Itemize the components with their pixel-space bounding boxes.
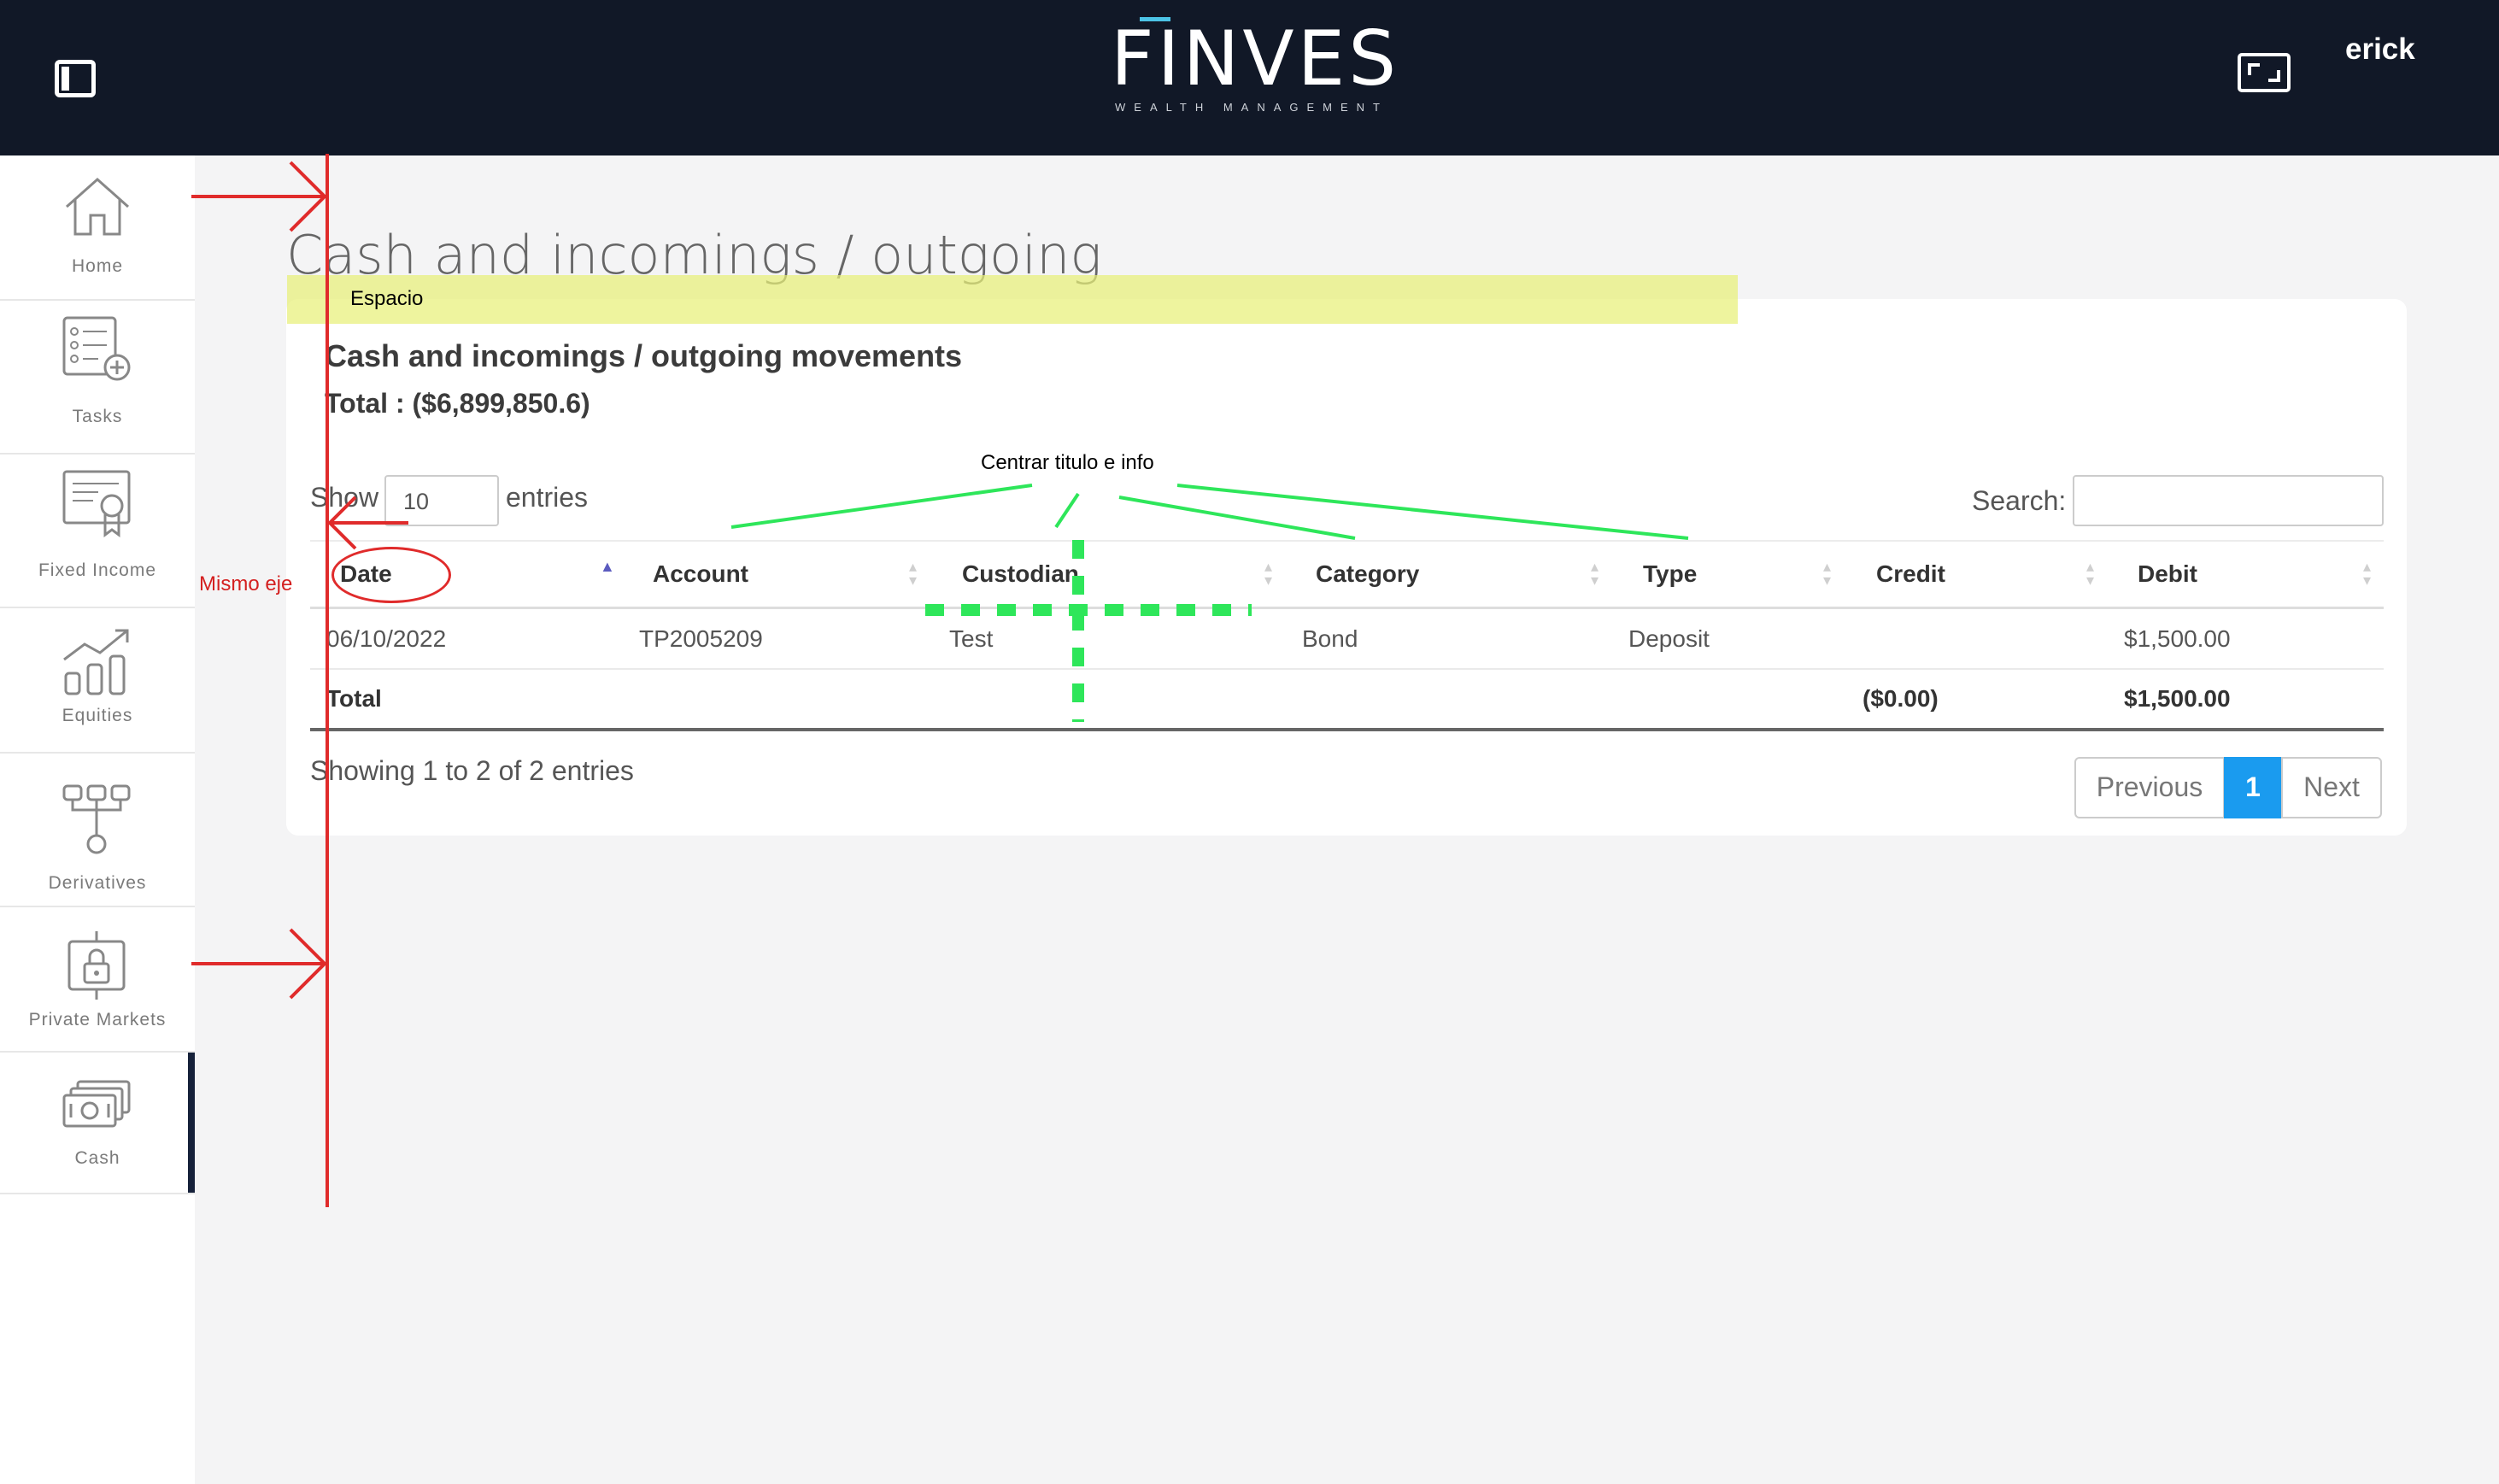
- footer-total-label: Total: [326, 685, 382, 712]
- column-header-credit[interactable]: Credit: [1876, 560, 1945, 588]
- sidebar-item-derivatives[interactable]: Derivatives: [0, 754, 195, 907]
- logo-accent-bar: [1140, 17, 1170, 21]
- sidebar-item-label: Cash: [74, 1148, 120, 1168]
- sort-icon[interactable]: ▴ ▾: [2086, 559, 2094, 588]
- cell-debit: $1,500.00: [2124, 625, 2231, 652]
- table-header-border: [310, 607, 2384, 609]
- total-summary: Total : ($6,899,850.6): [325, 388, 590, 419]
- sidebar-item-equities[interactable]: Equities: [0, 608, 195, 754]
- cell-type: Deposit: [1628, 625, 1710, 652]
- chart-growth-icon: [63, 629, 129, 695]
- next-page-button[interactable]: Next: [2281, 757, 2382, 818]
- show-label: Show: [310, 482, 379, 513]
- card-title: Cash and incomings / outgoing movements: [325, 338, 963, 373]
- sort-icon[interactable]: ▴ ▾: [2363, 559, 2371, 588]
- cash-icon: [62, 1080, 131, 1128]
- pagination-info: Showing 1 to 2 of 2 entries: [310, 755, 634, 786]
- page-1-button[interactable]: 1: [2224, 757, 2282, 818]
- entries-label: entries: [506, 482, 589, 513]
- sidebar-item-label: Home: [71, 256, 124, 276]
- user-name[interactable]: erick: [2345, 32, 2415, 67]
- cell-category: Bond: [1302, 625, 1358, 652]
- home-icon: [66, 177, 129, 236]
- table-top-border: [310, 540, 2384, 542]
- sidebar: Home Tasks Fixed Income Equities Derivat…: [0, 155, 195, 1484]
- alignment-guide-line: [326, 154, 329, 1207]
- sort-icon[interactable]: ▴ ▾: [1264, 559, 1272, 588]
- column-header-debit[interactable]: Debit: [2138, 560, 2197, 588]
- sidebar-item-label: Derivatives: [48, 873, 147, 893]
- column-header-category[interactable]: Category: [1316, 560, 1419, 588]
- annotation-centrar: Centrar titulo e info: [981, 451, 1154, 474]
- sort-icon[interactable]: ▴ ▾: [1591, 559, 1599, 588]
- sidebar-item-label: Tasks: [72, 407, 123, 426]
- column-header-type[interactable]: Type: [1643, 560, 1697, 588]
- certificate-icon: [62, 470, 131, 537]
- top-navbar: FINVES WEALTH MANAGEMENT erick: [0, 0, 2499, 155]
- active-indicator: [188, 1053, 195, 1193]
- finves-logo[interactable]: FINVES WEALTH MANAGEMENT: [1111, 12, 1400, 114]
- logo-text: FINVES: [1111, 15, 1400, 103]
- spacing-highlight: [287, 275, 1738, 324]
- column-header-custodian[interactable]: Custodian: [962, 560, 1079, 588]
- previous-page-button[interactable]: Previous: [2074, 757, 2225, 818]
- footer-credit-total: ($0.00): [1863, 685, 1939, 712]
- column-header-account[interactable]: Account: [653, 560, 748, 588]
- sort-icon[interactable]: ▴ ▾: [1823, 559, 1831, 588]
- sidebar-item-private-markets[interactable]: Private Markets: [0, 907, 195, 1053]
- sort-ascending-icon[interactable]: ▲: [600, 559, 615, 574]
- sidebar-item-label: Equities: [62, 706, 133, 725]
- sidebar-item-home[interactable]: Home: [0, 155, 195, 301]
- cell-date: 06/10/2022: [326, 625, 447, 652]
- annotation-espacio: Espacio: [350, 287, 424, 310]
- cell-account: TP2005209: [639, 625, 763, 652]
- hierarchy-icon: [62, 784, 131, 854]
- sidebar-item-fixed-income[interactable]: Fixed Income: [0, 455, 195, 608]
- sidebar-item-label: Private Markets: [28, 1010, 167, 1029]
- sidebar-item-tasks[interactable]: Tasks: [0, 301, 195, 455]
- lock-icon: [67, 931, 126, 1000]
- annotation-mismo-eje: Mismo eje: [199, 572, 293, 595]
- fullscreen-icon[interactable]: [2238, 53, 2291, 92]
- row-divider: [310, 668, 2384, 670]
- tasks-icon: [62, 316, 131, 381]
- footer-debit-total: $1,500.00: [2124, 685, 2231, 712]
- sidebar-item-label: Fixed Income: [38, 560, 157, 580]
- sidebar-item-cash[interactable]: Cash: [0, 1053, 195, 1194]
- date-highlight-ellipse: [331, 547, 451, 603]
- entries-per-page-select[interactable]: 10: [384, 475, 499, 526]
- sidebar-toggle-icon[interactable]: [55, 60, 96, 97]
- table-bottom-border: [310, 728, 2384, 731]
- logo-subtitle: WEALTH MANAGEMENT: [1115, 101, 1388, 114]
- search-label: Search:: [1972, 485, 2067, 516]
- cell-custodian: Test: [949, 625, 994, 652]
- sort-icon[interactable]: ▴ ▾: [909, 559, 917, 588]
- search-input[interactable]: [2073, 475, 2384, 526]
